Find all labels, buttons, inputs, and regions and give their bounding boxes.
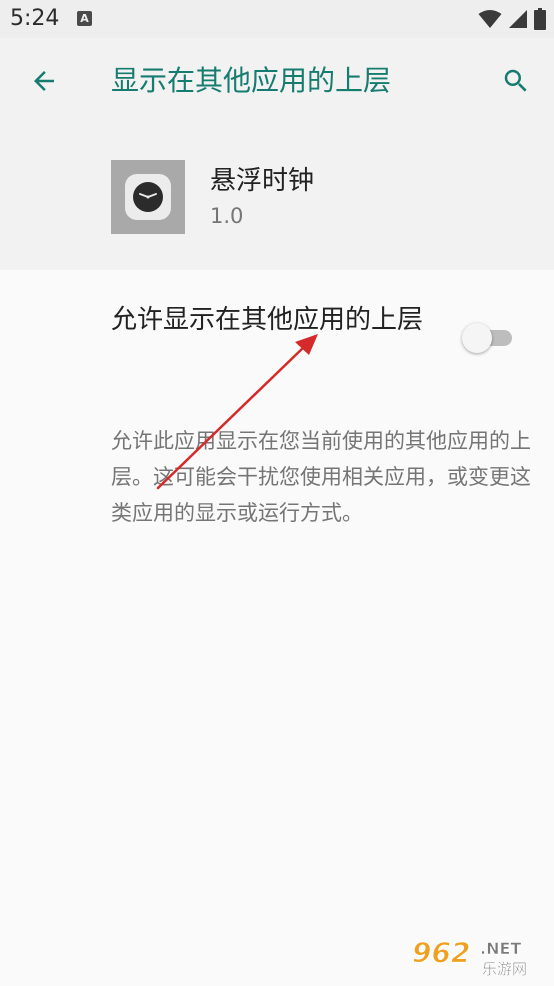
app-bar: 显示在其他应用的上层: [0, 38, 554, 124]
setting-description: 允许此应用显示在您当前使用的其他应用的上层。这可能会干扰您使用相关应用，或变更这…: [111, 429, 531, 525]
setting-label: 允许显示在其他应用的上层: [111, 305, 424, 335]
watermark-logo: 962 .NET 乐游网: [410, 932, 542, 979]
toggle-thumb: [462, 323, 492, 353]
arrow-left-icon: [34, 71, 54, 91]
watermark-cn: 乐游网: [482, 960, 527, 978]
overlay-permission-toggle[interactable]: [462, 323, 514, 353]
watermark-suffix: .NET: [480, 939, 521, 958]
app-header: 悬浮时钟 1.0: [0, 124, 554, 270]
notification-a-icon: A: [77, 11, 92, 26]
back-button[interactable]: [24, 61, 64, 101]
search-icon: [504, 69, 527, 92]
wifi-icon: [478, 10, 502, 28]
clock-icon: [125, 174, 171, 220]
status-time: 5:24: [10, 6, 60, 31]
overlay-permission-setting[interactable]: 允许显示在其他应用的上层: [0, 270, 554, 390]
battery-icon: [534, 8, 546, 30]
status-icons: [478, 8, 546, 30]
signal-icon: [509, 10, 527, 28]
status-bar: 5:24 A: [0, 0, 554, 38]
watermark-number: 962: [412, 936, 470, 969]
app-name: 悬浮时钟: [210, 166, 315, 196]
app-icon: [111, 160, 185, 234]
app-version: 1.0: [210, 204, 244, 228]
page-title: 显示在其他应用的上层: [111, 64, 392, 97]
search-button[interactable]: [496, 61, 536, 101]
